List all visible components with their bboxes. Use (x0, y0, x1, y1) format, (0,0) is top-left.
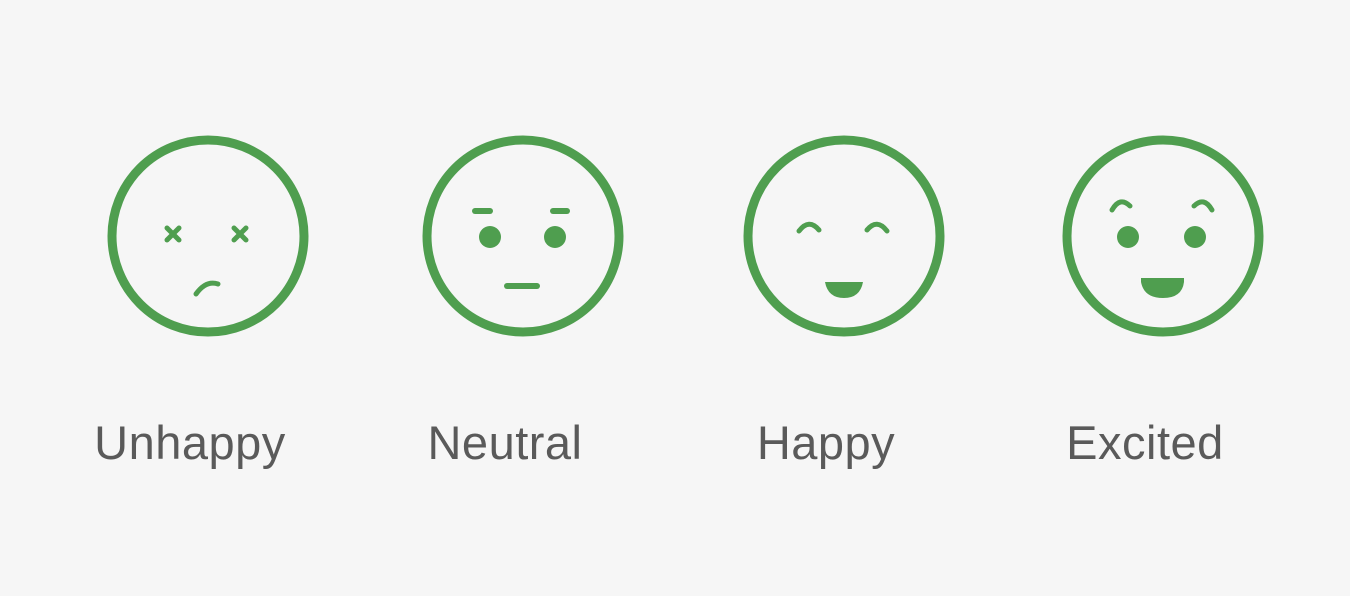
mood-rating-scale: Unhappy Neutral Happy Excited (0, 0, 1350, 596)
mood-label-happy: Happy (756, 416, 896, 469)
mood-label-neutral: Neutral (427, 416, 583, 469)
happy-face-icon (743, 135, 945, 337)
mood-label-excited: Excited (1066, 416, 1224, 469)
neutral-face-icon (422, 135, 624, 337)
mood-option-excited[interactable]: Excited (1025, 130, 1265, 490)
unhappy-face-icon (107, 135, 309, 337)
mood-label-unhappy: Unhappy (94, 416, 286, 469)
excited-face-icon (1062, 135, 1264, 337)
mood-option-unhappy[interactable]: Unhappy (70, 130, 310, 490)
mood-option-neutral[interactable]: Neutral (385, 130, 625, 490)
mood-option-happy[interactable]: Happy (706, 130, 946, 490)
